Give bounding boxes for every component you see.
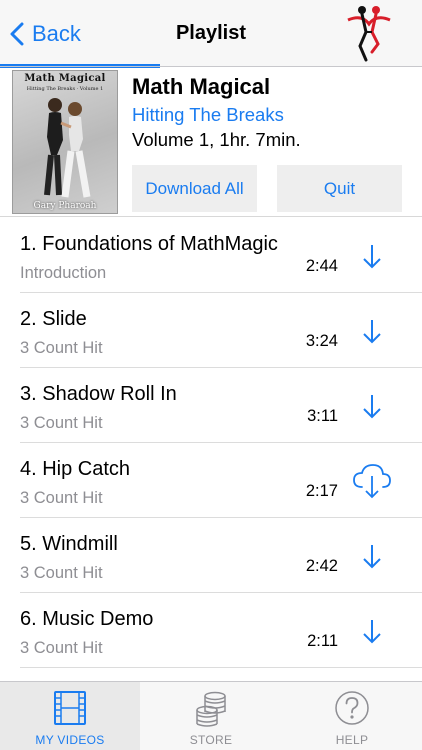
tab-store[interactable]: STORE — [141, 682, 281, 750]
track-duration: 3:24 — [305, 332, 338, 350]
track-subtitle: Introduction — [20, 264, 107, 282]
album-info: Volume 1, 1hr. 7min. — [132, 129, 301, 150]
track-subtitle: 3 Count Hit — [20, 414, 103, 432]
track-title: 3. Shadow Roll In — [20, 383, 177, 405]
download-arrow-icon[interactable] — [362, 619, 382, 645]
track-title: 6. Music Demo — [20, 608, 154, 630]
track-row[interactable]: 5. Windmill 3 Count Hit 2:42 — [0, 518, 422, 593]
track-duration: 3:11 — [307, 407, 338, 425]
track-duration: 2:44 — [305, 257, 338, 275]
tab-help[interactable]: HELP — [282, 682, 422, 750]
tab-label: HELP — [335, 733, 369, 747]
track-title: 2. Slide — [20, 308, 87, 330]
navigation-bar: Back Playlist — [0, 0, 422, 68]
track-duration: 2:42 — [305, 557, 338, 575]
download-arrow-icon[interactable] — [362, 319, 382, 345]
album-cover: Math Magical Hitting The Breaks · Volume… — [12, 70, 118, 214]
tab-label: STORE — [189, 733, 233, 747]
track-row[interactable]: 3. Shadow Roll In 3 Count Hit 3:11 — [0, 368, 422, 443]
album-title: Math Magical — [132, 74, 271, 99]
track-subtitle: 3 Count Hit — [20, 339, 103, 357]
track-row[interactable]: 6. Music Demo 3 Count Hit 2:11 — [0, 593, 422, 668]
film-strip-icon — [54, 691, 86, 725]
track-subtitle: 3 Count Hit — [20, 564, 103, 582]
track-duration: 2:11 — [307, 632, 338, 650]
track-subtitle: 3 Count Hit — [20, 489, 103, 507]
cover-title: Math Magical — [24, 73, 106, 84]
track-row[interactable]: 4. Hip Catch 3 Count Hit 2:17 — [0, 443, 422, 518]
download-all-button[interactable]: Download All — [132, 165, 257, 212]
quit-button[interactable]: Quit — [277, 165, 402, 212]
dancers-photo — [44, 98, 91, 198]
cover-subtitle: Hitting The Breaks · Volume 1 — [26, 86, 104, 92]
track-title: 5. Windmill — [20, 533, 118, 555]
divider — [0, 216, 422, 217]
track-duration: 2:17 — [305, 482, 338, 500]
track-title: 1. Foundations of MathMagic — [20, 233, 278, 255]
track-title: 4. Hip Catch — [20, 458, 131, 480]
download-arrow-icon[interactable] — [362, 394, 382, 420]
track-row[interactable]: 2. Slide 3 Count Hit 3:24 — [0, 293, 422, 368]
divider — [0, 66, 422, 67]
coins-stack-icon — [196, 691, 226, 727]
track-subtitle: 3 Count Hit — [20, 639, 103, 657]
album-subtitle: Hitting The Breaks — [132, 104, 284, 125]
dancers-logo-icon — [347, 6, 391, 62]
cloud-download-icon[interactable] — [352, 463, 392, 499]
track-row[interactable]: 1. Foundations of MathMagic Introduction… — [0, 218, 422, 293]
help-circle-icon — [335, 691, 369, 725]
download-arrow-icon[interactable] — [362, 544, 382, 570]
tab-my-videos[interactable]: MY VIDEOS — [0, 682, 140, 750]
tab-bar: MY VIDEOS STORE HELP — [0, 681, 422, 750]
cover-footer: Gary Pharoah — [33, 201, 97, 211]
tab-label: MY VIDEOS — [35, 733, 105, 747]
download-arrow-icon[interactable] — [362, 244, 382, 270]
divider — [20, 667, 422, 668]
